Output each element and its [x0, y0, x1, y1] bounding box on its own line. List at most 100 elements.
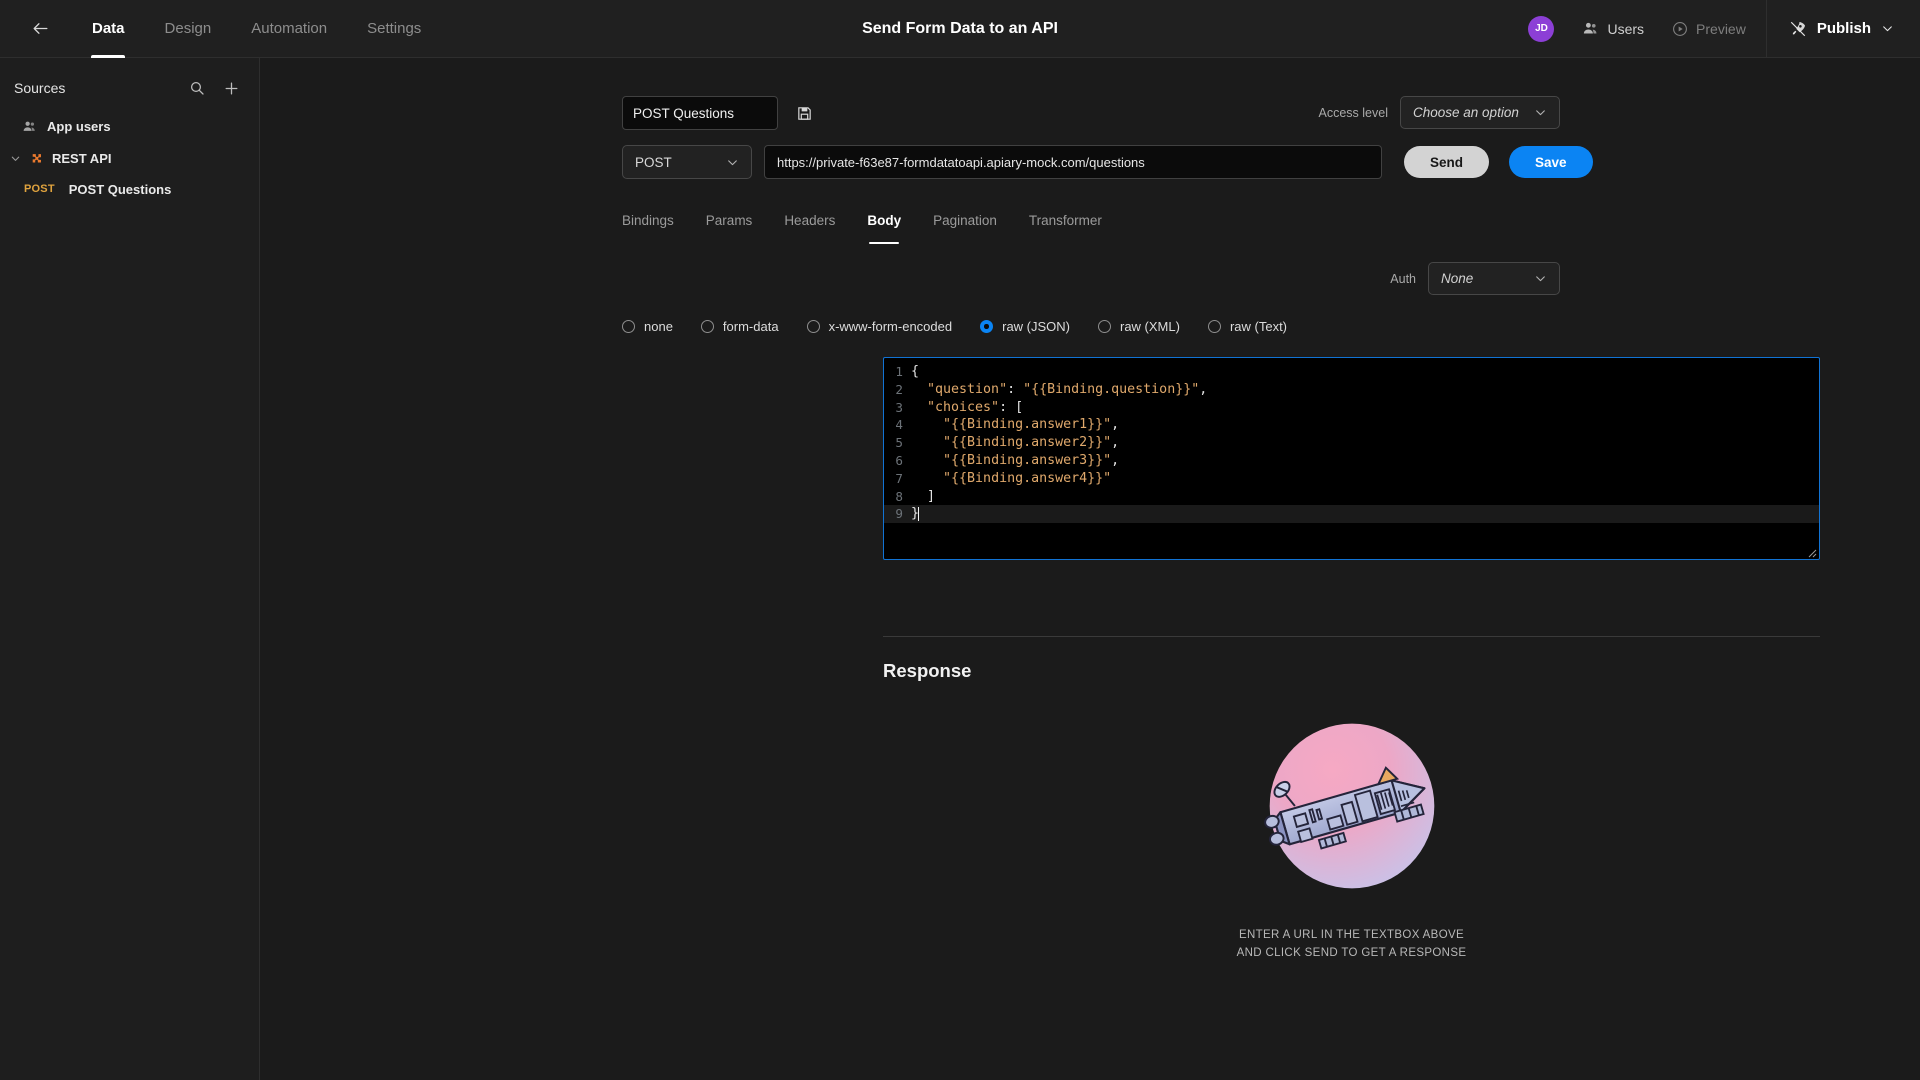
radio-label: none	[644, 319, 673, 334]
line-number: 5	[895, 435, 903, 451]
chevron-down-icon	[726, 156, 739, 169]
users-button[interactable]: Users	[1568, 0, 1658, 58]
access-level-group: Access level Choose an option	[1319, 96, 1560, 129]
chevron-down-icon	[1883, 26, 1892, 32]
sidebar-group-rest-api[interactable]: REST API	[0, 142, 259, 174]
radio-icon	[622, 320, 635, 333]
radio-option-x-www-form-encoded[interactable]: x-www-form-encoded	[806, 319, 953, 334]
auth-value: None	[1441, 271, 1474, 286]
code-text: "{{Binding.answer4}}"	[943, 470, 1112, 486]
nav-tab-data[interactable]: Data	[72, 0, 145, 58]
save-button[interactable]: Save	[1509, 146, 1593, 178]
back-button[interactable]	[20, 9, 60, 49]
sidebar-group-label: REST API	[52, 150, 112, 166]
nav-tab-automation[interactable]: Automation	[231, 0, 347, 58]
line-number: 4	[895, 417, 903, 433]
response-title: Response	[883, 660, 972, 681]
editor-resize-handle[interactable]	[1805, 545, 1817, 558]
nav-tab-design[interactable]: Design	[145, 0, 232, 58]
empty-caption-line-1: ENTER A URL IN THE TEXTBOX ABOVE	[1238, 929, 1465, 941]
http-method-value: POST	[635, 154, 672, 170]
line-number: 3	[895, 399, 903, 415]
code-line[interactable]: 8 ]	[884, 488, 1819, 506]
code-line[interactable]: 6 "{{Binding.answer3}}",	[884, 452, 1819, 470]
radio-option-raw-xml[interactable]: raw (XML)	[1098, 319, 1180, 334]
code-text: ]	[911, 488, 936, 504]
send-button[interactable]: Send	[1404, 146, 1490, 178]
access-level-value: Choose an option	[1413, 105, 1519, 120]
tab-label: Pagination	[933, 212, 997, 228]
sidebar-title: Sources	[14, 80, 66, 96]
line-number: 8	[895, 488, 903, 504]
line-number: 1	[895, 364, 903, 379]
request-name-input[interactable]	[622, 96, 778, 130]
sources-sidebar: Sources App users REST API POST POST Que…	[0, 58, 260, 1080]
radio-label: x-www-form-encoded	[828, 319, 953, 334]
sidebar-item-post-questions[interactable]: POST POST Questions	[0, 174, 259, 204]
response-empty-caption: ENTER A URL IN THE TEXTBOX ABOVE AND CLI…	[1237, 926, 1467, 962]
tab-transformer[interactable]: Transformer	[1013, 202, 1118, 238]
code-line[interactable]: 2 "question": "{{Binding.question}}",	[884, 381, 1819, 399]
url-input[interactable]	[764, 145, 1382, 179]
publish-button[interactable]: Publish	[1773, 0, 1920, 58]
code-text: "question": "{{Binding.question}}",	[927, 381, 1208, 397]
nav-tab-settings-label: Settings	[367, 20, 422, 37]
code-line[interactable]: 7 "{{Binding.answer4}}"	[884, 470, 1819, 488]
users-icon	[1584, 22, 1597, 34]
radio-option-none[interactable]: none	[622, 319, 673, 334]
access-level-select[interactable]: Choose an option	[1400, 96, 1560, 129]
name-row	[622, 96, 814, 130]
search-icon	[190, 81, 204, 95]
code-line[interactable]: 5 "{{Binding.answer2}}",	[884, 434, 1819, 452]
body-code-editor[interactable]: 1{2 "question": "{{Binding.question}}", 3…	[883, 357, 1820, 560]
nav-tab-data-label: Data	[92, 20, 125, 37]
nav-tab-settings[interactable]: Settings	[347, 0, 441, 58]
arrow-left-icon	[33, 23, 47, 34]
play-circle-icon	[1673, 21, 1687, 36]
chevron-down-icon[interactable]	[8, 153, 22, 164]
radio-option-raw-json[interactable]: raw (JSON)	[980, 319, 1070, 334]
auth-label: Auth	[1390, 271, 1416, 286]
http-method-select[interactable]: POST	[622, 145, 752, 179]
radio-option-raw-text[interactable]: raw (Text)	[1207, 319, 1288, 334]
sidebar-header: Sources	[0, 66, 259, 110]
http-verb-badge: POST	[24, 183, 55, 195]
radio-option-form-data[interactable]: form-data	[700, 319, 779, 334]
tab-params[interactable]: Params	[690, 202, 769, 238]
line-number: 7	[895, 470, 903, 486]
tab-pagination[interactable]: Pagination	[917, 202, 1013, 238]
avatar-button[interactable]: JD	[1514, 0, 1568, 58]
code-lines[interactable]: 1{2 "question": "{{Binding.question}}", 3…	[884, 358, 1819, 524]
access-level-label: Access level	[1318, 105, 1388, 120]
auth-group: Auth None	[1390, 262, 1560, 295]
body-type-radio-group: none form-data x-www-form-encoded raw (J…	[622, 319, 1315, 334]
preview-button[interactable]: Preview	[1658, 0, 1760, 58]
tab-label: Transformer	[1028, 212, 1102, 228]
avatar: JD	[1528, 15, 1555, 42]
tab-headers[interactable]: Headers	[768, 202, 851, 238]
tab-body[interactable]: Body	[851, 202, 917, 238]
code-line[interactable]: 3 "choices": [	[884, 399, 1819, 417]
code-line[interactable]: 1{	[884, 363, 1819, 381]
request-tabs: Bindings Params Headers Body Pagination …	[622, 202, 1118, 238]
sidebar-item-label: App users	[47, 118, 111, 134]
save-request-button[interactable]	[794, 103, 814, 123]
rocket-illustration	[1263, 723, 1434, 889]
search-button[interactable]	[187, 78, 207, 98]
radio-icon	[1098, 320, 1111, 333]
sidebar-item-app-users[interactable]: App users	[0, 110, 259, 142]
add-source-button[interactable]	[221, 78, 241, 98]
code-line[interactable]: 9}	[884, 505, 1819, 524]
chevron-down-icon	[1534, 272, 1547, 285]
code-line[interactable]: 4 "{{Binding.answer1}}",	[884, 416, 1819, 434]
sidebar-header-actions	[187, 78, 241, 98]
sidebar-item-label: POST Questions	[68, 181, 172, 197]
top-bar-right: JD Users Preview Publish	[1514, 0, 1920, 58]
radio-label: raw (Text)	[1229, 319, 1288, 334]
response-empty-state: ENTER A URL IN THE TEXTBOX ABOVE AND CLI…	[883, 708, 1820, 962]
tab-bindings[interactable]: Bindings	[622, 202, 690, 238]
url-row: POST Send Save	[622, 145, 1593, 179]
tab-label: Bindings	[622, 212, 674, 228]
puzzle-icon	[32, 154, 41, 163]
auth-select[interactable]: None	[1428, 262, 1560, 295]
